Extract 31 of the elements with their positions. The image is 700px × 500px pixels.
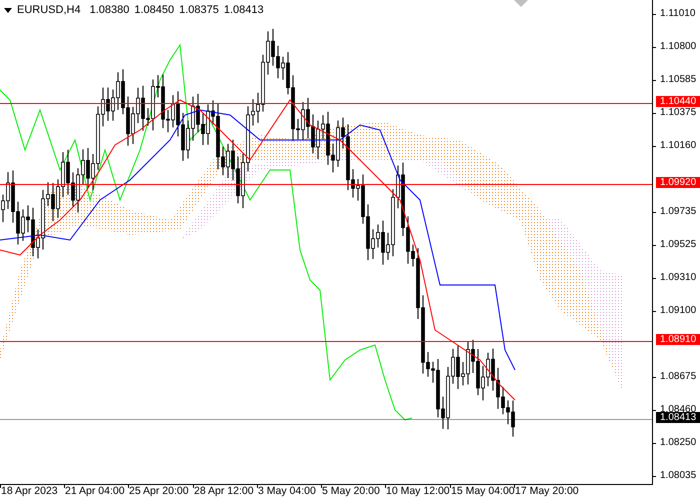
price-level-label: 1.08910 xyxy=(656,334,700,345)
price-tick-label: 1.09735 xyxy=(660,206,696,217)
time-tick-label: 21 Apr 04:00 xyxy=(65,485,125,498)
price-level-label: 1.10440 xyxy=(656,96,700,107)
close-price: 1.08413 xyxy=(224,3,264,17)
time-tick-label: 17 May 20:00 xyxy=(515,485,579,498)
price-tick-label: 1.08035 xyxy=(660,470,696,481)
time-tick-label: 10 May 12:00 xyxy=(386,485,450,498)
time-tick-label: 3 May 04:00 xyxy=(258,485,316,498)
time-tick-label: 5 May 20:00 xyxy=(322,485,380,498)
time-tick-label: 28 Apr 12:00 xyxy=(194,485,254,498)
price-level-label: 1.08413 xyxy=(656,412,700,423)
time-tick-label: 15 May 04:00 xyxy=(451,485,515,498)
price-tick-label: 1.10160 xyxy=(660,140,696,151)
symbol-label: EURUSD,H4 xyxy=(17,3,81,17)
time-tick-label: 25 Apr 20:00 xyxy=(129,485,189,498)
price-tick-label: 1.08250 xyxy=(660,437,696,448)
price-tick-label: 1.10375 xyxy=(660,107,696,118)
price-tick-label: 1.09525 xyxy=(660,239,696,250)
price-tick-label: 1.09310 xyxy=(660,272,696,283)
price-level-label: 1.09920 xyxy=(656,177,700,188)
time-tick-label: 18 Apr 2023 xyxy=(1,485,58,498)
price-tick-label: 1.10800 xyxy=(660,41,696,52)
price-tick-label: 1.10585 xyxy=(660,74,696,85)
low-price: 1.08375 xyxy=(179,3,219,17)
price-tick-label: 1.09100 xyxy=(660,305,696,316)
dropdown-arrow-icon[interactable] xyxy=(4,8,12,12)
open-price: 1.08380 xyxy=(90,3,130,17)
price-tick-label: 1.08675 xyxy=(660,371,696,382)
high-price: 1.08450 xyxy=(134,3,174,17)
price-tick-label: 1.11010 xyxy=(660,8,696,19)
